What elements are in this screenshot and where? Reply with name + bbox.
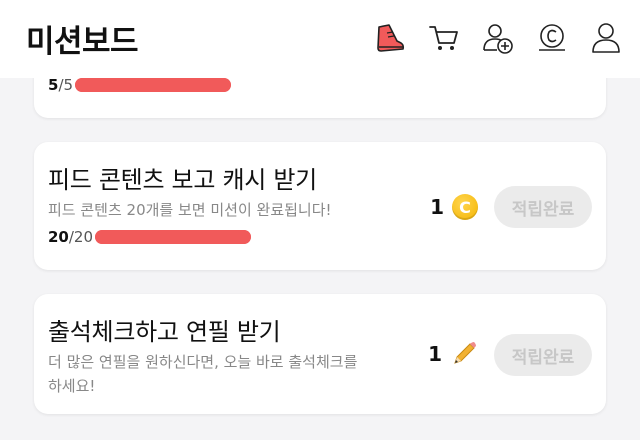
mission-progress: 5/5 bbox=[48, 76, 232, 94]
mission-title: 피드 콘텐츠 보고 캐시 받기 bbox=[48, 166, 317, 194]
reward-count: 1 bbox=[428, 342, 442, 366]
mission-reward: 1 C bbox=[430, 194, 478, 220]
mission-description: 피드 콘텐츠 20개를 보면 미션이 완료됩니다! bbox=[48, 201, 332, 219]
cash-coin-icon: C bbox=[452, 194, 478, 220]
mission-description: 더 많은 연필을 원하신다면, 오늘 바로 출석체크를 하세요! bbox=[48, 350, 357, 398]
cash-coin-icon bbox=[539, 24, 565, 51]
mission-title: 출석체크하고 연필 받기 bbox=[48, 318, 281, 346]
cash-button[interactable] bbox=[532, 18, 572, 58]
shoe-button[interactable] bbox=[370, 18, 410, 58]
mission-card-attendance[interactable]: 출석체크하고 연필 받기 더 많은 연필을 원하신다면, 오늘 바로 출석체크를… bbox=[34, 294, 606, 414]
add-friend-icon bbox=[483, 24, 513, 54]
profile-icon bbox=[592, 23, 620, 53]
cart-button[interactable] bbox=[424, 18, 464, 58]
pencil-icon bbox=[454, 342, 476, 364]
reward-complete-button[interactable]: 적립완료 bbox=[494, 186, 592, 228]
page-title: 미션보드 bbox=[26, 24, 139, 60]
app-header: 미션보드 bbox=[0, 0, 640, 78]
progress-bar bbox=[95, 230, 252, 244]
description-line: 더 많은 연필을 원하신다면, 오늘 바로 출석체크를 bbox=[48, 353, 358, 371]
profile-button[interactable] bbox=[586, 18, 626, 58]
progress-text: 20/20 bbox=[48, 228, 94, 246]
description-line: 하세요! bbox=[48, 377, 96, 395]
progress-bar-fill bbox=[75, 78, 232, 92]
mission-card-feed[interactable]: 피드 콘텐츠 보고 캐시 받기 피드 콘텐츠 20개를 보면 미션이 완료됩니다… bbox=[34, 142, 606, 270]
mission-progress: 20/20 bbox=[48, 228, 252, 246]
cart-icon bbox=[429, 26, 458, 50]
progress-bar bbox=[75, 78, 232, 92]
shoe-icon bbox=[377, 24, 405, 52]
add-friend-button[interactable] bbox=[478, 18, 518, 58]
reward-complete-button[interactable]: 적립완료 bbox=[494, 334, 592, 376]
header-icons bbox=[370, 18, 626, 58]
progress-bar-fill bbox=[95, 230, 252, 244]
reward-count: 1 bbox=[430, 195, 444, 219]
mission-reward: 1 bbox=[428, 340, 478, 368]
progress-text: 5/5 bbox=[48, 76, 74, 94]
